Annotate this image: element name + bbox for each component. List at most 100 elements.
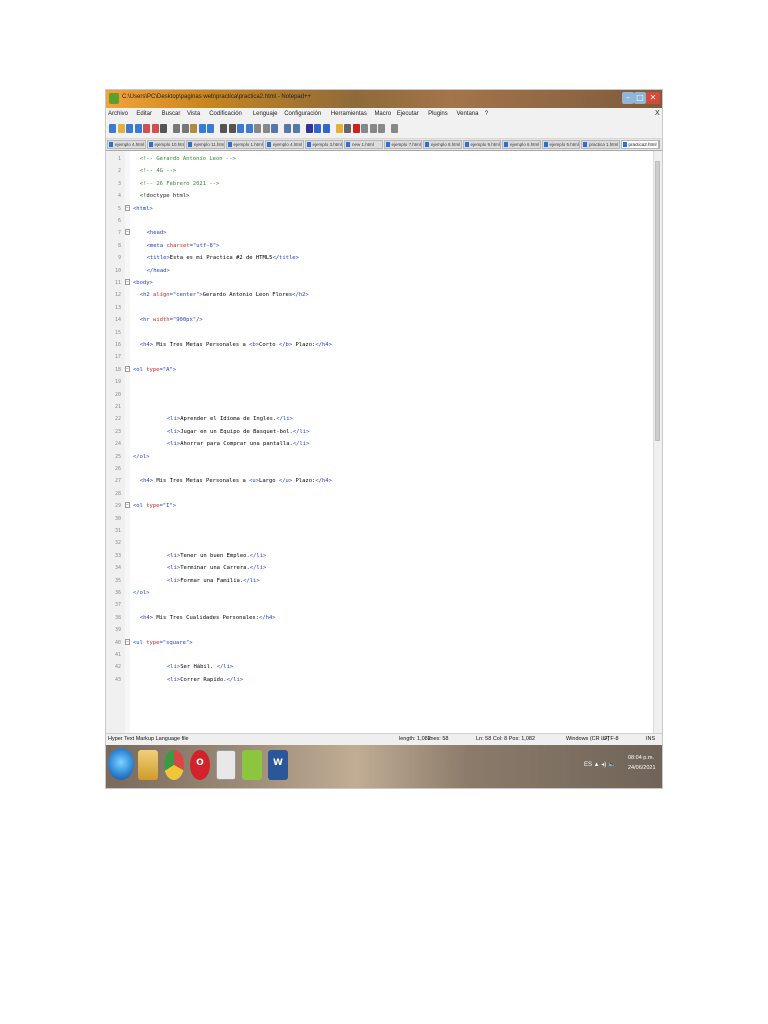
tab-new-1-html[interactable]: new 1.html	[344, 140, 383, 149]
code-line[interactable]: 42 <li>Ser Hábil. </li>	[106, 661, 654, 673]
close-icon[interactable]	[143, 124, 150, 133]
save-macro-icon[interactable]	[391, 124, 398, 133]
print-icon[interactable]	[160, 124, 167, 133]
code-line[interactable]: 15	[106, 327, 654, 339]
code-line[interactable]: 38 <h4> Mis Tres Cualidades Personales:</…	[106, 612, 654, 624]
open-file-icon[interactable]	[117, 124, 125, 133]
menu-help[interactable]: ?	[485, 111, 488, 117]
fold-toggle-icon[interactable]: −	[125, 279, 130, 285]
wrap-icon[interactable]	[271, 124, 278, 133]
minimize-button[interactable]: –	[622, 92, 634, 104]
clock-date[interactable]: 24/06/2021	[628, 765, 656, 771]
code-line[interactable]: 33 <li>Tener un buen Empleo.</li>	[106, 550, 654, 562]
tab-practica2-html[interactable]: practica2.html	[620, 140, 659, 149]
system-tray[interactable]: ES ▲ ◂) 🔈	[584, 761, 615, 768]
indent-guide-icon[interactable]	[292, 124, 300, 133]
copy-icon[interactable]	[181, 124, 189, 133]
code-line[interactable]: 39	[106, 624, 654, 636]
fold-toggle-icon[interactable]: −	[125, 638, 130, 645]
save-all-icon[interactable]	[134, 124, 142, 133]
code-line[interactable]: 36 </ol>	[106, 587, 654, 599]
doc-map-icon[interactable]	[314, 124, 321, 133]
save-icon[interactable]	[126, 124, 133, 133]
chrome-icon[interactable]	[164, 750, 184, 780]
code-line[interactable]: 37	[106, 599, 654, 611]
menu-vista[interactable]: Vista	[187, 111, 200, 117]
tab-ejemplo-10-html[interactable]: ejemplo 10.html	[146, 140, 185, 149]
code-line[interactable]: 35 <li>Formar una Familia.</li>	[106, 575, 654, 587]
fold-toggle-icon[interactable]: −	[125, 502, 130, 509]
zoom-out-icon[interactable]	[245, 124, 253, 133]
code-line[interactable]: 25 </ol>	[106, 451, 654, 463]
redo-icon[interactable]	[207, 124, 214, 133]
code-line[interactable]: 3 <!-- 26 Febrero 2021 -->	[106, 178, 654, 190]
code-line[interactable]: 32	[106, 537, 654, 549]
tab-ejemplo-9-html[interactable]: ejemplo 9.html	[462, 140, 501, 149]
status-mode[interactable]: INS	[646, 736, 655, 742]
tab-ejemplo-11-html[interactable]: ejemplo 11.html	[186, 140, 225, 149]
tab-ejemplo-1-html[interactable]: ejemplo 1.html	[225, 140, 264, 149]
replace-icon[interactable]	[228, 124, 236, 133]
code-line[interactable]: 28	[106, 488, 654, 500]
code-line[interactable]: 18− <ol type="A">	[106, 364, 654, 376]
code-line[interactable]: 29− <ol type="I">	[106, 500, 654, 512]
code-line[interactable]: 4 <!doctype html>	[106, 190, 654, 202]
code-line[interactable]: 40− <ul type="square">	[106, 637, 654, 649]
code-line[interactable]: 11− <body>	[106, 277, 654, 289]
status-encoding[interactable]: UTF-8	[603, 736, 619, 742]
code-line[interactable]: 23 <li>Jugar en un Equipo de Basquet-bol.…	[106, 426, 654, 438]
fold-toggle-icon[interactable]: −	[125, 365, 130, 372]
code-line[interactable]: 31	[106, 525, 654, 537]
tab-practica-1-html[interactable]: practica 1.html	[581, 140, 620, 149]
code-line[interactable]: 2 <!-- 4G -->	[106, 165, 654, 177]
find-icon[interactable]	[220, 124, 227, 133]
function-list-icon[interactable]	[322, 124, 330, 133]
code-line[interactable]: 1 <!-- Gerardo Antonio Leon -->	[106, 153, 654, 165]
start-button[interactable]	[108, 748, 134, 780]
code-line[interactable]: 12 <h2 align="center">Gerardo Antonio Leo…	[106, 289, 654, 301]
notepad-icon[interactable]	[216, 750, 236, 780]
sync-v-icon[interactable]	[254, 124, 261, 133]
scrollbar-thumb[interactable]	[655, 161, 660, 441]
menu-buscar[interactable]: Buscar	[162, 111, 181, 117]
menu-ejecutar[interactable]: Ejecutar	[397, 111, 419, 117]
monitor-icon[interactable]	[344, 124, 351, 133]
paste-icon[interactable]	[190, 124, 197, 133]
sync-h-icon[interactable]	[262, 124, 270, 133]
word-icon[interactable]: W	[268, 750, 288, 780]
menu-codificaci-n[interactable]: Codificación	[209, 111, 242, 117]
close-all-icon[interactable]	[151, 124, 159, 133]
menu-archivo[interactable]: Archivo	[108, 111, 128, 117]
zoom-in-icon[interactable]	[237, 124, 244, 133]
code-line[interactable]: 22 <li>Aprender el Idioma de Ingles.</li>	[106, 413, 654, 425]
code-line[interactable]: 16 <h4> Mis Tres Metas Personales a <b>Co…	[106, 339, 654, 351]
tab-ejemplo-4-html[interactable]: ejemplo 4.html	[265, 140, 304, 149]
code-line[interactable]: 19	[106, 376, 654, 388]
run-macro-icon[interactable]	[378, 124, 385, 133]
record-macro-icon[interactable]	[352, 124, 360, 133]
play-macro-icon[interactable]	[369, 124, 377, 133]
code-editor[interactable]: 1 <!-- Gerardo Antonio Leon --> 2 <!-- 4G -…	[106, 151, 662, 733]
code-line[interactable]: 6	[106, 215, 654, 227]
code-line[interactable]: 17	[106, 351, 654, 363]
maximize-button[interactable]: □	[634, 92, 646, 104]
clock-time[interactable]: 08:04 p.m.	[628, 755, 654, 761]
code-line[interactable]: 27 <h4> Mis Tres Metas Personales a <u>La…	[106, 475, 654, 487]
fold-toggle-icon[interactable]: −	[125, 229, 130, 236]
tab-ejemplo-3-html[interactable]: ejemplo 3.html	[304, 140, 343, 149]
menu-herramientas[interactable]: Herramientas	[331, 111, 367, 117]
stop-macro-icon[interactable]	[361, 124, 368, 133]
code-line[interactable]: 24 <li>Ahorrar para Comprar una pantalla.…	[106, 438, 654, 450]
code-line[interactable]: 30	[106, 513, 654, 525]
opera-icon[interactable]: O	[190, 750, 210, 780]
code-line[interactable]: 9 <title>Esta es mi Practica #2 de HTML5<…	[106, 252, 654, 264]
menu-plugins[interactable]: Plugins	[428, 111, 448, 117]
all-chars-icon[interactable]	[284, 124, 291, 133]
tab-ejemplo-6-html[interactable]: ejemplo 6.html	[502, 140, 541, 149]
fold-toggle-icon[interactable]: −	[125, 204, 130, 211]
code-line[interactable]: 5− <html>	[106, 203, 654, 215]
close-document-button[interactable]: X	[655, 110, 660, 117]
close-button[interactable]: ✕	[646, 92, 660, 104]
notepad-plus-plus-icon[interactable]	[242, 750, 262, 780]
code-line[interactable]: 13	[106, 302, 654, 314]
